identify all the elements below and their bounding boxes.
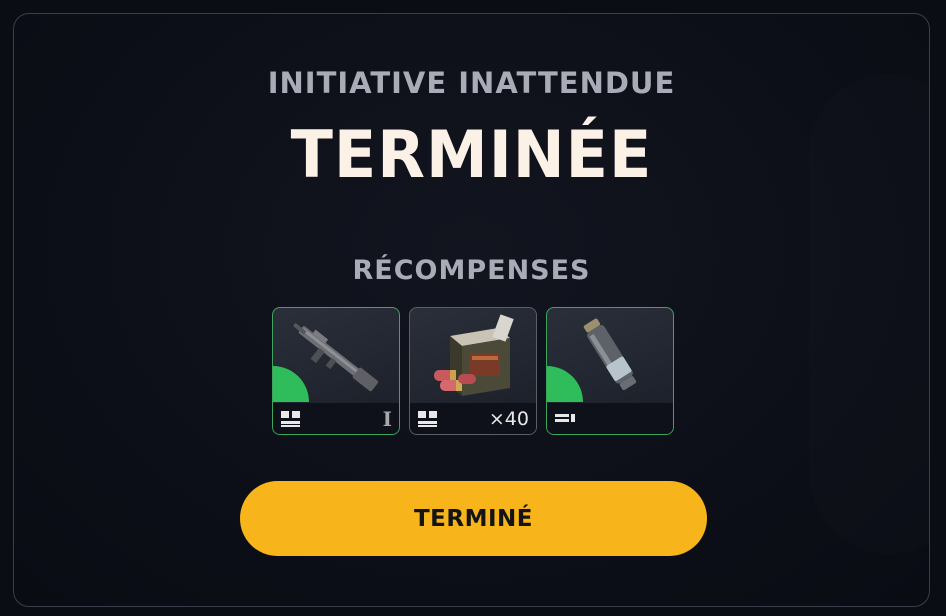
reward-card-footer: I xyxy=(273,403,399,434)
two-slot-icon xyxy=(280,410,302,428)
completion-title: TERMINÉE xyxy=(290,116,653,193)
done-button[interactable]: TERMINÉ xyxy=(240,481,707,556)
two-slot-icon xyxy=(417,410,439,428)
reward-card[interactable]: ×40 xyxy=(409,307,537,435)
reward-card-footer xyxy=(547,403,673,434)
mission-complete-dialog: INITIATIVE INATTENDUE TERMINÉE RÉCOMPENS… xyxy=(13,13,930,607)
reward-card[interactable] xyxy=(546,307,674,435)
ammo-box-icon xyxy=(410,308,536,404)
rifle-icon xyxy=(273,308,399,404)
reward-card-footer: ×40 xyxy=(410,403,536,434)
reward-card[interactable]: I xyxy=(272,307,400,435)
mission-name: INITIATIVE INATTENDUE xyxy=(267,66,676,100)
single-slot-icon xyxy=(554,412,576,426)
rewards-heading: RÉCOMPENSES xyxy=(352,255,591,286)
item-quantity: ×40 xyxy=(488,407,529,430)
item-tier: I xyxy=(382,406,392,431)
rewards-list: I ×40 xyxy=(272,307,674,435)
canister-icon xyxy=(547,308,673,404)
